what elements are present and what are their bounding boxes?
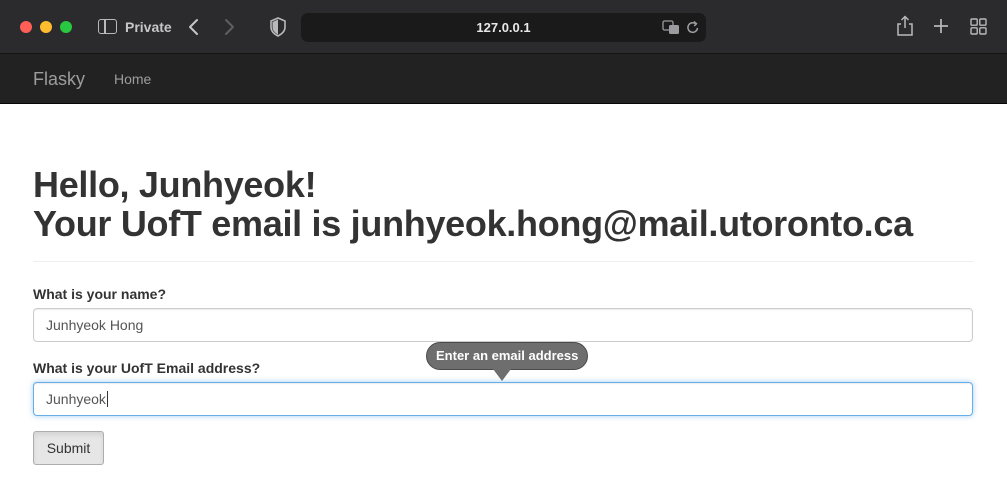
tabs-overview-icon[interactable] [970,18,987,35]
close-window-button[interactable] [20,21,32,33]
plus-icon[interactable] [932,17,950,35]
translate-icon[interactable] [662,20,680,35]
zoom-window-button[interactable] [60,21,72,33]
email-input-value: Junhyeok [46,391,106,407]
page-header: Hello, Junhyeok! Your UofT email is junh… [33,165,973,262]
address-bar[interactable]: 127.0.0.1 [301,13,706,42]
navbar-brand[interactable]: Flasky [33,69,85,90]
private-label: Private [125,19,172,35]
sidebar-icon[interactable] [98,19,117,34]
forward-icon[interactable] [219,17,239,37]
name-label: What is your name? [33,286,167,302]
back-icon[interactable] [184,17,204,37]
email-label: What is your UofT Email address? [33,360,261,376]
name-input[interactable]: Junhyeok Hong [33,308,973,342]
url-text: 127.0.0.1 [476,20,531,35]
minimize-window-button[interactable] [40,21,52,33]
nav-home-link[interactable]: Home [114,71,151,87]
greeting-text: Hello, Junhyeok! [33,164,317,205]
submit-button[interactable]: Submit [33,431,104,465]
validation-tooltip-tail [493,369,511,381]
text-caret [106,391,108,407]
email-text: Your UofT email is junhyeok.hong@mail.ut… [33,203,913,244]
share-icon[interactable] [896,15,914,37]
shield-icon[interactable] [270,17,286,37]
page-title: Hello, Junhyeok! Your UofT email is junh… [33,165,973,243]
browser-toolbar: Private 127.0.0.1 [0,0,1007,54]
email-input[interactable]: Junhyeok [33,382,973,416]
validation-tooltip: Enter an email address [426,342,589,370]
app-navbar: Flasky Home [0,54,1007,104]
reload-icon[interactable] [686,20,700,35]
